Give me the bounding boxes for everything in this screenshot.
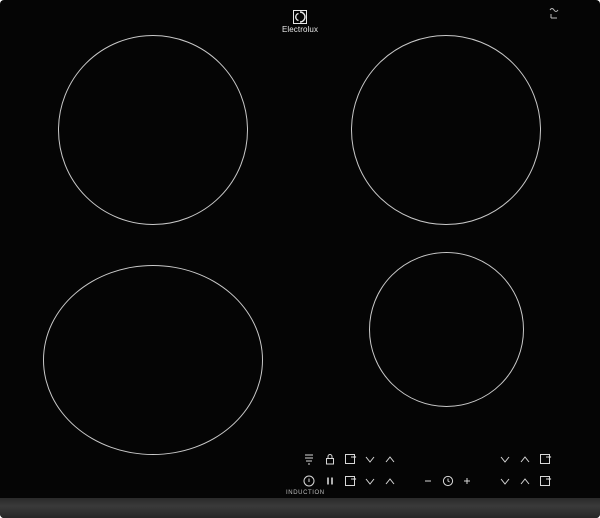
lock-icon[interactable] [323,452,337,466]
zone-rear-left-up-button[interactable] [383,452,397,466]
zone-front-left-down-button[interactable] [363,474,377,488]
zone-front-right-up-button[interactable] [518,474,532,488]
cooking-zone-front-left [43,265,263,455]
timer-icon[interactable] [343,474,357,488]
induction-hob: Electrolux INDUCTION [0,0,600,518]
minus-icon[interactable] [421,474,435,488]
tilde-mark-icon [549,8,559,19]
zone-select-icon[interactable] [302,452,316,466]
clock-icon[interactable] [441,474,455,488]
timer-icon[interactable] [343,452,357,466]
cooking-zone-rear-right [351,35,541,225]
brand-name: Electrolux [281,25,319,34]
brand: Electrolux [270,10,330,34]
cooking-zone-front-right [369,252,524,407]
zone-front-right-down-button[interactable] [498,474,512,488]
zone-rear-right-up-button[interactable] [518,452,532,466]
hob-frame-edge [0,498,600,518]
zone-rear-left-down-button[interactable] [363,452,377,466]
timer-icon[interactable] [538,474,552,488]
induction-label: INDUCTION [286,490,325,496]
plus-icon[interactable] [460,474,474,488]
timer-icon[interactable] [538,452,552,466]
power-icon[interactable] [302,474,316,488]
zone-rear-right-down-button[interactable] [498,452,512,466]
zone-front-left-up-button[interactable] [383,474,397,488]
electrolux-logo-icon [293,10,307,24]
cooking-zone-rear-left [58,35,248,225]
pause-icon[interactable] [323,474,337,488]
